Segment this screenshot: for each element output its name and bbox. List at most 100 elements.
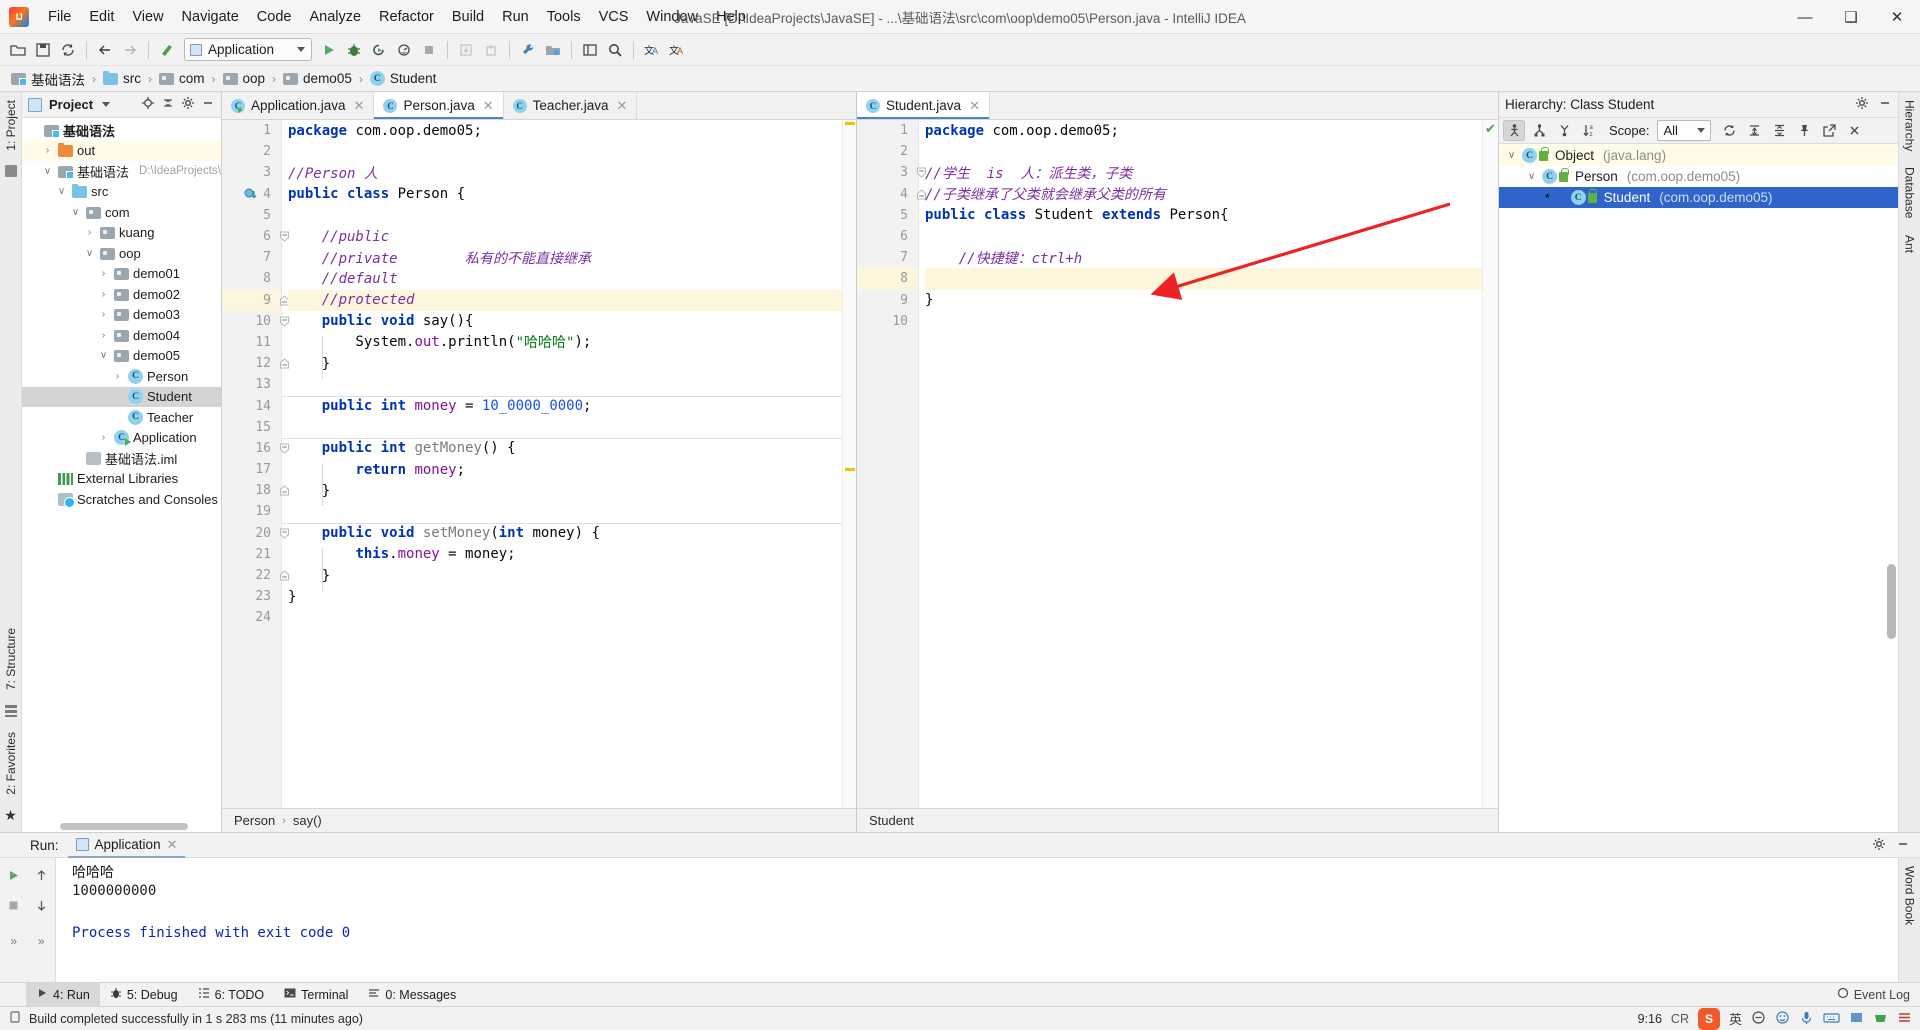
code-line[interactable]: public void setMoney(int money) { [288, 523, 842, 544]
tree-item-Person[interactable]: › C Person [22, 366, 221, 387]
sidebar-item-database[interactable]: Database [1901, 159, 1919, 226]
tree-item-基础语法[interactable]: 基础语法 [22, 120, 221, 141]
code-line[interactable]: } [288, 353, 842, 374]
breadcrumb-item-src[interactable]: src [100, 70, 144, 87]
gear-icon[interactable] [1872, 837, 1886, 854]
profile-icon[interactable] [392, 38, 416, 62]
subtypes-hierarchy-icon[interactable] [1553, 120, 1575, 141]
hierarchy-tree[interactable]: ∨ C Object (java.lang) ∨ C Person (com.oop.demo… [1499, 144, 1898, 832]
code-line[interactable] [925, 141, 1482, 162]
line-number[interactable]: 2 [857, 141, 918, 162]
line-number[interactable]: 15 [222, 417, 281, 438]
line-number-gutter-right[interactable]: 1 2 3 4 5 6 7 8 9 10 [857, 120, 926, 808]
code-line[interactable] [925, 226, 1482, 247]
tree-item-External Libraries[interactable]: External Libraries [22, 469, 221, 490]
breadcrumb-item-基础语法[interactable]: 基础语法 [8, 68, 88, 90]
close-icon[interactable]: ✕ [969, 98, 980, 114]
editor-tabs-left[interactable]: C Application.java ✕ C Person.java ✕ C Teacher.… [222, 92, 856, 120]
sidebar-item-hierarchy[interactable]: Hierarchy [1901, 92, 1919, 159]
line-number[interactable]: 12 [222, 353, 289, 374]
code-content-left[interactable]: package com.oop.demo05; //Person 人 public … [282, 120, 842, 808]
smiley-icon[interactable] [1775, 1010, 1790, 1028]
code-line[interactable]: return money; [288, 459, 842, 480]
minimap-right[interactable]: ✔ [1482, 120, 1498, 808]
code-line[interactable]: //private 私有的不能直接继承 [288, 247, 842, 268]
tree-item-Application[interactable]: › C Application [22, 428, 221, 449]
expand-more-alt-icon[interactable]: » [38, 934, 45, 948]
editor-tab-teacher[interactable]: C Teacher.java ✕ [503, 92, 638, 119]
tree-item-demo02[interactable]: › demo02 [22, 284, 221, 305]
sidebar-item-word-book[interactable]: Word Book [1901, 858, 1919, 933]
basket-icon[interactable] [1873, 1010, 1888, 1028]
chevron-right-icon[interactable]: › [97, 432, 110, 443]
line-number[interactable]: 11 [222, 332, 281, 353]
sort-alphabetically-icon[interactable]: az [1578, 120, 1600, 141]
debug-icon[interactable] [342, 38, 366, 62]
editor-tabs-right[interactable]: C Student.java ✕ [857, 92, 1498, 120]
chevron-down-icon[interactable] [102, 102, 111, 107]
line-number[interactable]: 16 [222, 438, 289, 459]
gear-icon[interactable] [181, 96, 195, 113]
minimize-icon[interactable] [1896, 837, 1910, 854]
chevron-down-icon[interactable]: ∨ [69, 207, 82, 218]
down-arrow-icon[interactable] [34, 898, 49, 916]
translate-icon[interactable]: 文A [640, 38, 664, 62]
code-line[interactable]: //快捷键：ctrl+h [925, 247, 1482, 268]
back-icon[interactable] [93, 38, 117, 62]
translate-alt-icon[interactable]: 文A [665, 38, 689, 62]
code-line[interactable]: } [288, 480, 842, 501]
chevron-down-icon[interactable]: ∨ [55, 186, 68, 197]
editor-tab-application[interactable]: C Application.java ✕ [222, 92, 375, 119]
code-content-right[interactable]: package com.oop.demo05; //学生 is 人：派生类，子类 /… [919, 120, 1482, 808]
hide-panel-icon[interactable] [201, 96, 215, 113]
tree-item-src[interactable]: ∨ src [22, 182, 221, 203]
chevron-down-icon[interactable]: ∨ [83, 248, 96, 259]
save-icon[interactable] [31, 38, 55, 62]
maximize-button[interactable]: ❑ [1828, 0, 1874, 34]
code-line[interactable] [288, 501, 842, 522]
line-number[interactable]: 2 [222, 141, 281, 162]
close-icon[interactable]: ✕ [167, 837, 178, 853]
code-line[interactable] [288, 374, 842, 395]
line-number[interactable]: 3 [857, 162, 926, 183]
close-icon[interactable] [1843, 120, 1865, 141]
sidebar-item-structure[interactable]: 7: Structure [2, 620, 20, 698]
editor-breadcrumb-right[interactable]: Student [857, 808, 1498, 832]
bottom-tab-run[interactable]: 4: Run [26, 983, 100, 1006]
line-number[interactable]: 24 [222, 607, 281, 628]
tree-item-out[interactable]: › out [22, 140, 221, 161]
panel-icon[interactable] [1849, 1010, 1864, 1028]
line-number[interactable]: 10 [222, 311, 289, 332]
breadcrumb-item-demo05[interactable]: demo05 [280, 70, 355, 87]
code-line[interactable]: //protected [288, 289, 842, 311]
code-line[interactable]: this. money = money; [288, 544, 842, 565]
refresh-icon[interactable] [1718, 120, 1740, 141]
bottom-tab-debug[interactable]: 5: Debug [100, 983, 188, 1006]
line-number[interactable]: 6 [222, 226, 289, 247]
hierarchy-item-person[interactable]: ∨ C Person (com.oop.demo05) [1499, 166, 1898, 187]
breadcrumb-item-Student[interactable]: C Student [367, 70, 440, 87]
code-line[interactable]: package com.oop.demo05; [288, 120, 842, 141]
chevron-down-icon[interactable]: ∨ [41, 166, 54, 177]
code-line[interactable]: } [925, 290, 1482, 311]
chevron-right-icon[interactable]: › [41, 145, 54, 156]
menu-edit[interactable]: Edit [80, 5, 123, 29]
code-line[interactable]: //public [288, 226, 842, 247]
stop-icon[interactable] [417, 38, 441, 62]
hierarchy-scrollbar-thumb[interactable] [1887, 564, 1896, 639]
line-number[interactable]: 7 [222, 247, 281, 268]
tree-item-demo04[interactable]: › demo04 [22, 325, 221, 346]
chevron-right-icon[interactable]: › [97, 330, 110, 341]
code-line[interactable]: package com.oop.demo05; [925, 120, 1482, 141]
chevron-down-icon[interactable]: ∨ [1525, 171, 1538, 182]
close-icon[interactable]: ✕ [483, 98, 494, 114]
editor-breadcrumb-left[interactable]: Person › say() [222, 808, 856, 832]
mic-icon[interactable] [1799, 1010, 1814, 1028]
tree-item-demo01[interactable]: › demo01 [22, 264, 221, 285]
locate-icon[interactable] [141, 96, 155, 113]
chevron-right-icon[interactable]: › [83, 227, 96, 238]
collapse-all-icon[interactable] [1768, 120, 1790, 141]
editor-tab-student[interactable]: C Student.java ✕ [857, 92, 990, 119]
code-line[interactable] [288, 141, 842, 162]
code-line[interactable]: //学生 is 人：派生类，子类 [925, 162, 1482, 183]
